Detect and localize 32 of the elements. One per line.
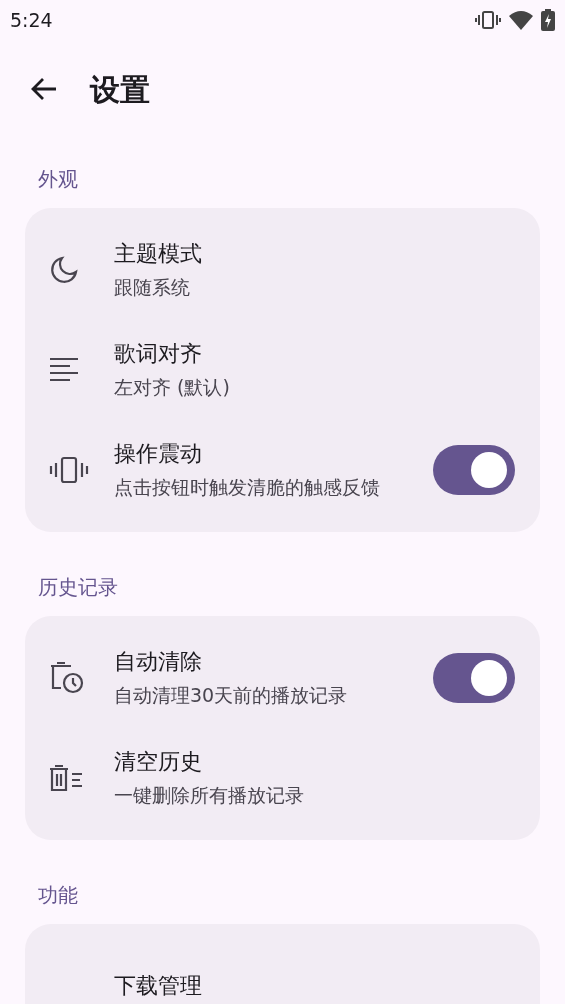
trash-clock-icon <box>49 661 85 695</box>
section-header: 外观 <box>37 166 79 193</box>
setting-description: 左对齐 (默认) <box>114 375 231 400</box>
setting-item[interactable]: 操作震动 点击按钮时触发清脆的触感反馈 <box>25 420 540 520</box>
section-header: 历史记录 <box>37 574 119 601</box>
wifi-icon <box>509 10 533 30</box>
setting-title: 下载管理 <box>114 972 203 1000</box>
toggle-switch[interactable] <box>433 653 515 703</box>
setting-description: 一键删除所有播放记录 <box>114 783 305 808</box>
moon-icon <box>49 255 79 285</box>
setting-item[interactable]: 主题模式 跟随系统 <box>25 220 540 320</box>
setting-title: 自动清除 <box>114 648 203 676</box>
text-align-icon <box>49 357 79 383</box>
setting-description: 跟随系统 <box>114 275 191 300</box>
section-header: 功能 <box>37 882 79 909</box>
setting-description: 点击按钮时触发清脆的触感反馈 <box>114 475 381 500</box>
trash-list-icon <box>49 764 83 792</box>
setting-description: 自动清理30天前的播放记录 <box>114 683 349 708</box>
status-time: 5:24 <box>10 7 53 33</box>
setting-title: 主题模式 <box>114 240 203 268</box>
page-title: 设置 <box>90 70 150 109</box>
setting-title: 歌词对齐 <box>114 340 203 368</box>
setting-title: 清空历史 <box>114 748 203 776</box>
setting-title: 操作震动 <box>114 440 203 468</box>
vibrate-icon <box>49 456 89 484</box>
setting-item[interactable]: 下载管理 <box>25 936 540 1004</box>
toggle-switch[interactable] <box>433 445 515 495</box>
setting-item[interactable]: 自动清除 自动清理30天前的播放记录 <box>25 628 540 728</box>
vibrate-icon <box>475 10 501 30</box>
battery-icon <box>541 9 555 31</box>
setting-item[interactable]: 歌词对齐 左对齐 (默认) <box>25 320 540 420</box>
setting-item[interactable]: 清空历史 一键删除所有播放记录 <box>25 728 540 828</box>
